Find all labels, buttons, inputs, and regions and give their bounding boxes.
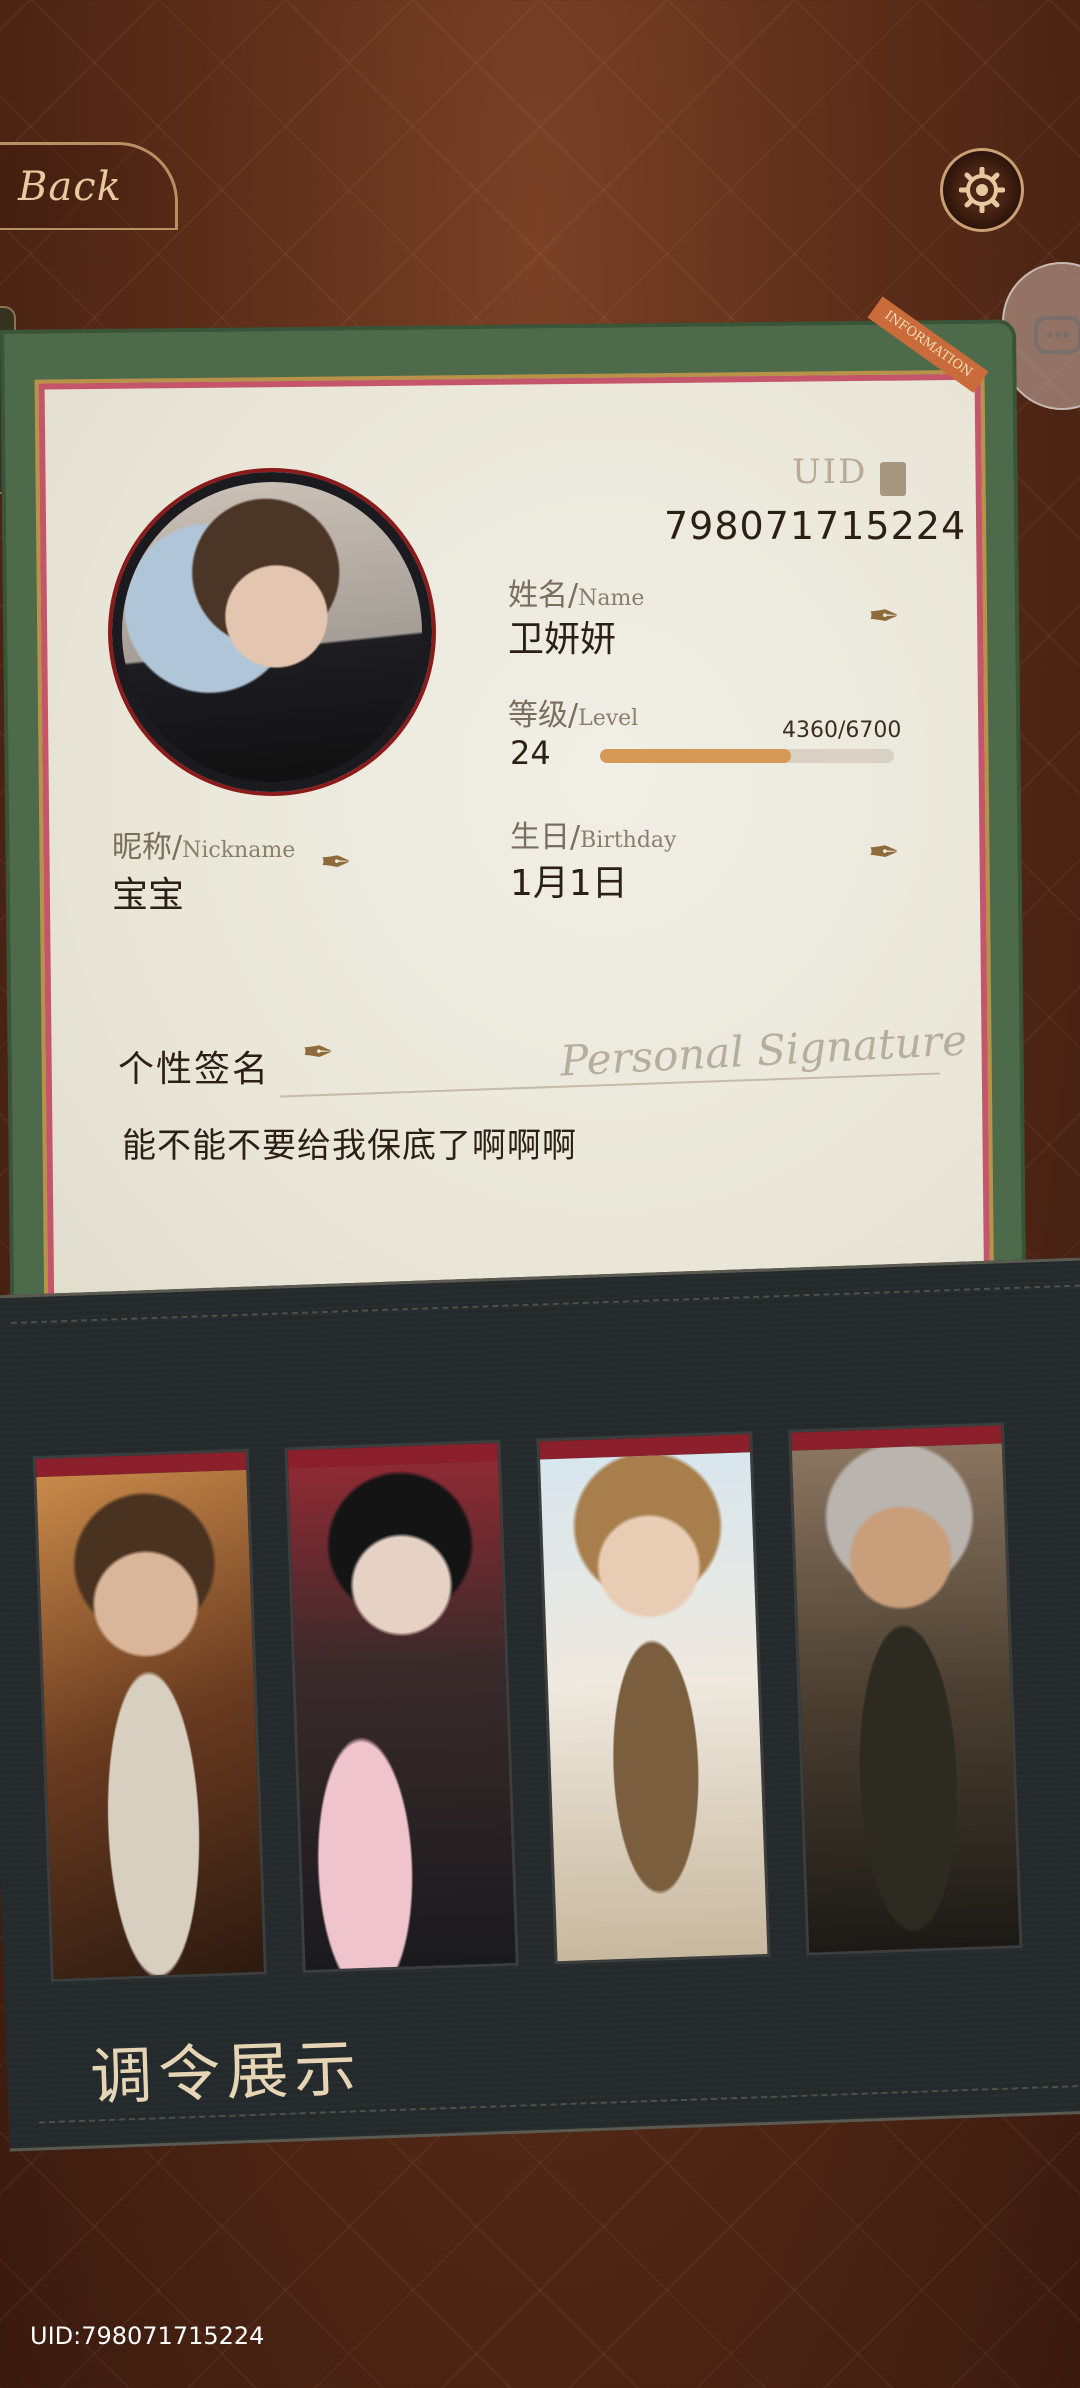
signature-text: 能不能不要给我保底了啊啊啊 [122,1126,577,1166]
birthday-label: 生日/Birthday [510,812,676,856]
display-title: 调令展示 [89,2031,364,2114]
level-label: 等级/Level [508,690,638,734]
name-label-en: Name [578,586,645,611]
card-display-panel [0,1256,1080,2152]
uid-label: UID [792,452,868,492]
signature-title: 个性签名 [118,1049,271,1090]
level-label-en: Level [578,706,639,731]
back-button[interactable]: Back [0,142,178,230]
edit-nickname-feather-icon[interactable]: ✒ [320,840,352,884]
nickname-label-cn: 昵称/ [112,830,183,865]
name-label-cn: 姓名/ [508,578,579,613]
level-progress-text: 4360/6700 [782,718,902,743]
back-label: Back [18,163,122,210]
level-progress-fill [600,749,792,763]
panel-dash-top [10,1284,1080,1324]
nickname-label-en: Nickname [182,838,296,863]
level-label-cn: 等级/ [508,698,579,733]
display-card-1[interactable] [35,1451,264,1979]
copy-icon[interactable] [880,462,906,496]
birthday-value: 1月1日 [510,863,628,904]
name-label: 姓名/Name [508,570,644,614]
nickname-value: 宝宝 [112,875,185,916]
display-card-4[interactable] [791,1425,1020,1953]
settings-button[interactable] [940,148,1024,232]
chat-icon [1034,316,1080,354]
display-card-4-image [791,1443,1020,1953]
name-value: 卫妍妍 [508,619,617,660]
display-card-3-image [540,1452,768,1962]
nickname-label: 昵称/Nickname [112,822,295,866]
display-card-2-image [288,1461,516,1971]
display-card-3[interactable] [539,1434,768,1962]
level-progress-bar [600,749,894,763]
birthday-label-cn: 生日/ [510,820,581,855]
information-ribbon: INFORMATION [867,296,989,393]
edit-name-feather-icon[interactable]: ✒ [868,594,900,638]
birthday-label-en: Birthday [580,828,677,853]
display-card-1-image [36,1469,264,1979]
edit-birthday-feather-icon[interactable]: ✒ [868,830,900,874]
uid-value: 798071715224 [664,504,967,548]
level-value: 24 [510,734,551,772]
display-card-2[interactable] [287,1443,516,1971]
edit-signature-feather-icon[interactable]: ✒ [302,1030,334,1074]
gear-icon [959,167,1005,213]
footer-uid: UID:798071715224 [30,2322,265,2350]
